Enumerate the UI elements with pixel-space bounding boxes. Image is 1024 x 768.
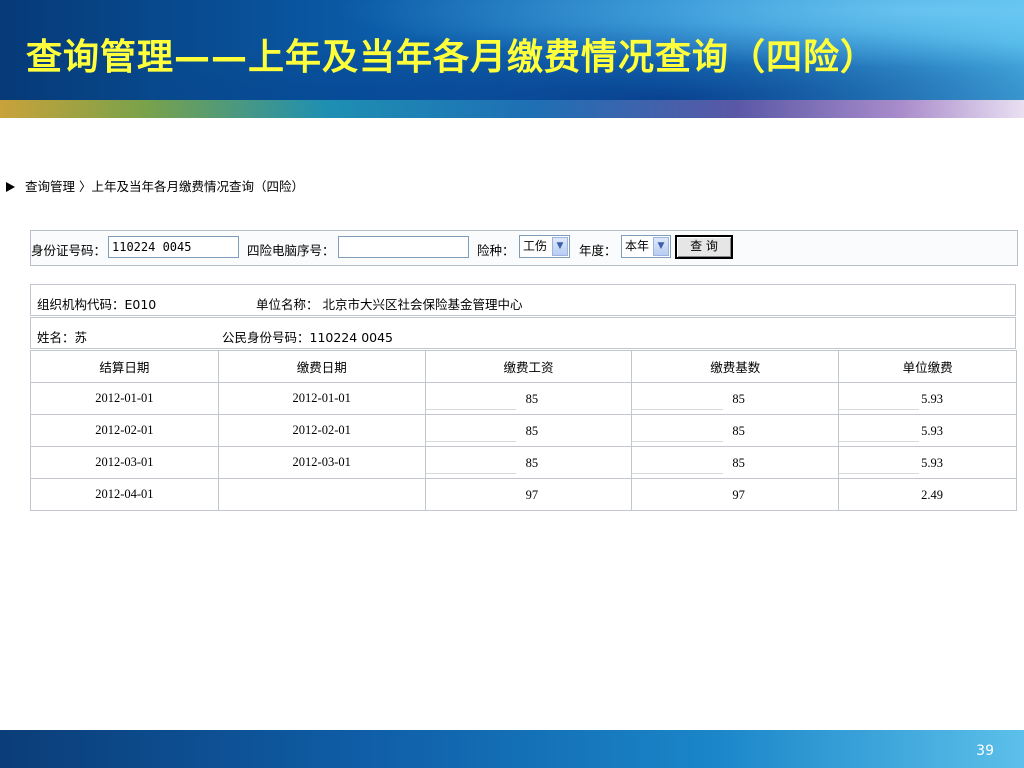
slide-header-banner: 查询管理——上年及当年各月缴费情况查询（四险） — [0, 0, 1024, 100]
header-payment-base: 缴费基数 — [631, 350, 840, 383]
settlement-date-cell: 2012-02-01 — [30, 414, 219, 447]
id-number-label: 身份证号码： — [31, 243, 107, 258]
settlement-date-cell: 2012-04-01 — [30, 478, 219, 511]
org-info-row: 组织机构代码：E010 单位名称： 北京市大兴区社会保险基金管理中心 — [30, 284, 1016, 316]
payment-date-cell: 2012-02-01 — [217, 414, 426, 447]
payment-base-cell: 85 — [631, 382, 840, 415]
payment-table: 结算日期 缴费日期 缴费工资 缴费基数 单位缴费 2012-01-01 2012… — [30, 350, 1017, 511]
unit-payment-value: 5.93 — [921, 456, 944, 470]
pc-number-label: 四险电脑序号： — [247, 243, 335, 258]
table-row: 2012-04-01 97 97 2.49 — [30, 478, 1017, 511]
chevron-down-icon[interactable]: ▼ — [552, 237, 568, 256]
id-number-input[interactable]: 110224 0045 — [108, 236, 239, 258]
table-row: 2012-02-01 2012-02-01 85 85 5.93 — [30, 414, 1017, 447]
unit-payment-value: 5.93 — [921, 392, 944, 406]
breadcrumb-arrow-icon — [6, 182, 15, 192]
slide-footer-banner: 39 — [0, 730, 1024, 768]
payment-wage-cell: 85 — [424, 446, 633, 479]
payment-base-value: 85 — [732, 424, 745, 438]
pc-number-input[interactable] — [338, 236, 469, 258]
unit-name-label: 单位名称： 北京市大兴区社会保险基金管理中心 — [256, 297, 523, 312]
payment-base-value: 85 — [732, 392, 745, 406]
insurance-type-value: 工伤 — [523, 239, 548, 253]
payment-wage-cell: 85 — [424, 382, 633, 415]
table-row: 2012-03-01 2012-03-01 85 85 5.93 — [30, 446, 1017, 479]
payment-base-cell: 85 — [631, 446, 840, 479]
payment-date-cell — [217, 478, 426, 511]
breadcrumb: 查询管理 〉上年及当年各月缴费情况查询（四险） — [6, 176, 304, 195]
payment-wage-value: 85 — [525, 392, 539, 406]
unit-payment-value: 2.49 — [921, 488, 944, 502]
query-button[interactable]: 查 询 — [675, 235, 733, 259]
table-row: 2012-01-01 2012-01-01 85 85 5.93 — [30, 382, 1017, 415]
cell-underline — [425, 441, 517, 442]
unit-payment-cell: 5.93 — [838, 414, 1017, 447]
payment-wage-value: 85 — [525, 456, 539, 470]
settlement-date-cell: 2012-03-01 — [30, 446, 219, 479]
cell-underline — [632, 441, 724, 442]
person-info-row: 姓名：苏 公民身份号码：110224 0045 — [30, 317, 1016, 349]
settlement-date-cell: 2012-01-01 — [30, 382, 219, 415]
person-name-label: 姓名：苏 — [37, 330, 88, 345]
year-label: 年度： — [579, 243, 617, 258]
year-value: 本年 — [625, 239, 650, 253]
cell-underline — [425, 409, 517, 410]
org-code-label: 组织机构代码：E010 — [37, 297, 157, 312]
unit-payment-cell: 2.49 — [838, 478, 1017, 511]
payment-wage-cell: 97 — [424, 478, 633, 511]
chevron-down-icon[interactable]: ▼ — [653, 237, 669, 256]
unit-payment-cell: 5.93 — [838, 382, 1017, 415]
unit-payment-cell: 5.93 — [838, 446, 1017, 479]
cell-underline — [632, 409, 724, 410]
year-select[interactable]: 本年 ▼ — [621, 235, 671, 258]
page-number: 39 — [976, 743, 994, 759]
slide-title: 查询管理——上年及当年各月缴费情况查询（四险） — [26, 37, 878, 78]
search-form: 身份证号码： 110224 0045 四险电脑序号： 险种： 工伤 ▼ 年度： … — [30, 230, 1018, 266]
cell-underline — [839, 409, 919, 410]
header-unit-payment: 单位缴费 — [838, 350, 1017, 383]
insurance-type-select[interactable]: 工伤 ▼ — [519, 235, 570, 258]
payment-wage-cell: 85 — [424, 414, 633, 447]
header-payment-wage: 缴费工资 — [424, 350, 633, 383]
payment-base-cell: 97 — [631, 478, 840, 511]
header-settlement-date: 结算日期 — [30, 350, 219, 383]
insurance-type-label: 险种： — [477, 243, 515, 258]
payment-wage-value: 97 — [525, 488, 539, 502]
table-header-row: 结算日期 缴费日期 缴费工资 缴费基数 单位缴费 — [30, 350, 1017, 383]
header-payment-date: 缴费日期 — [217, 350, 426, 383]
unit-payment-value: 5.93 — [921, 424, 944, 438]
payment-date-cell: 2012-03-01 — [217, 446, 426, 479]
cell-underline — [632, 473, 724, 474]
cell-underline — [839, 441, 919, 442]
payment-wage-value: 85 — [525, 424, 539, 438]
cell-underline — [425, 473, 517, 474]
payment-base-cell: 85 — [631, 414, 840, 447]
citizen-id-label: 公民身份号码：110224 0045 — [222, 330, 394, 345]
payment-base-value: 97 — [732, 488, 745, 502]
payment-date-cell: 2012-01-01 — [217, 382, 426, 415]
header-color-band — [0, 100, 1024, 118]
cell-underline — [839, 473, 919, 474]
breadcrumb-text: 查询管理 〉上年及当年各月缴费情况查询（四险） — [25, 179, 304, 194]
payment-base-value: 85 — [732, 456, 745, 470]
